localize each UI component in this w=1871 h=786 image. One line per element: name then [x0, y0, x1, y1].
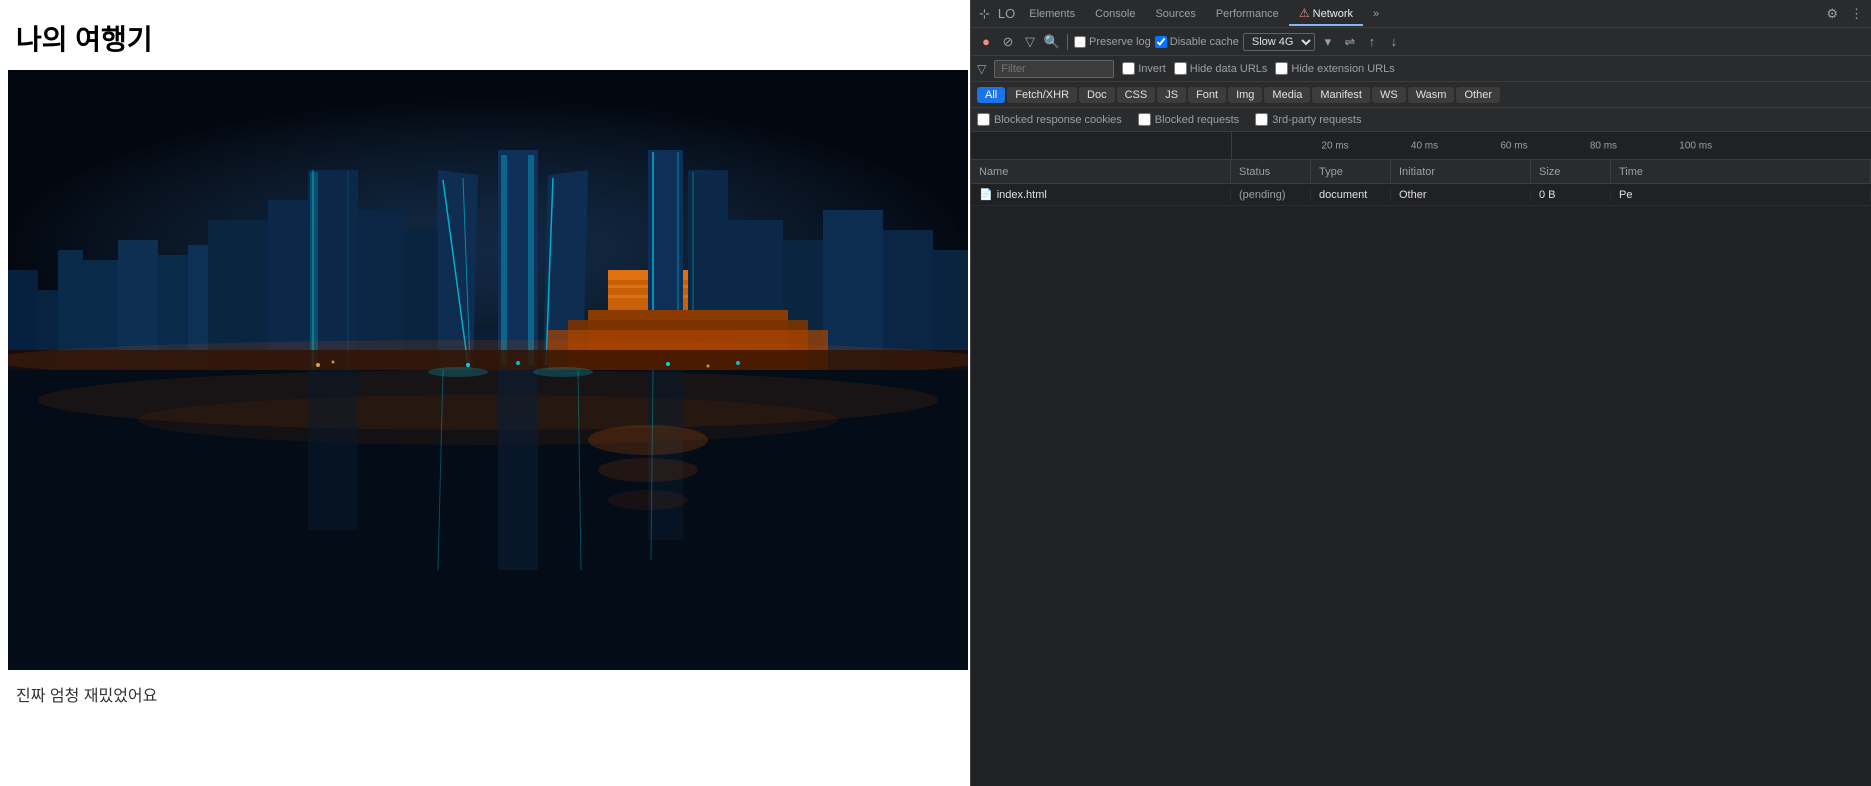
network-toolbar: ● ⊘ ▽ 🔍 Preserve log Disable cache Slow … [971, 28, 1871, 56]
tab-network[interactable]: ⚠ Network [1289, 2, 1363, 26]
disable-cache-label: Disable cache [1170, 36, 1239, 48]
file-doc-icon: 📄 [979, 188, 993, 201]
th-name[interactable]: Name [971, 160, 1231, 183]
th-status[interactable]: Status [1231, 160, 1311, 183]
timeline-tick-20ms: 20 ms [1321, 140, 1348, 151]
wifi-icon: ⇌ [1341, 33, 1359, 51]
more-options-icon[interactable]: ⋮ [1846, 4, 1867, 24]
timeline-tick-40ms: 40 ms [1411, 140, 1438, 151]
disable-cache-checkbox-group[interactable]: Disable cache [1155, 36, 1239, 48]
page-title: 나의 여행기 [0, 10, 970, 70]
table-row[interactable]: 📄 index.html (pending) document Other 0 … [971, 184, 1871, 206]
lo-icon[interactable]: LO [994, 6, 1019, 21]
type-filter-bar: All Fetch/XHR Doc CSS JS Font Img Media … [971, 82, 1871, 108]
preserve-log-label: Preserve log [1089, 36, 1151, 48]
toolbar-separator-1 [1067, 34, 1068, 50]
extra-filters-bar: Blocked response cookies Blocked request… [971, 108, 1871, 132]
td-time: Pe [1611, 189, 1871, 201]
tab-more[interactable]: » [1363, 4, 1389, 24]
third-party-checkbox[interactable] [1255, 113, 1268, 126]
throttle-dropdown-icon[interactable]: ▾ [1319, 33, 1337, 51]
page-caption: 진짜 엄청 재밌었어요 [0, 670, 970, 718]
city-image [8, 70, 968, 670]
third-party-filter[interactable]: 3rd-party requests [1255, 113, 1361, 126]
filter-button[interactable]: ▽ [1021, 33, 1039, 51]
td-size: 0 B [1531, 189, 1611, 201]
type-btn-manifest[interactable]: Manifest [1312, 87, 1370, 103]
invert-label: Invert [1138, 63, 1166, 75]
blocked-requests-filter[interactable]: Blocked requests [1138, 113, 1239, 126]
th-type[interactable]: Type [1311, 160, 1391, 183]
hide-extension-urls-checkbox-group[interactable]: Hide extension URLs [1275, 62, 1394, 75]
tab-console[interactable]: Console [1085, 4, 1145, 24]
td-type: document [1311, 189, 1391, 201]
hide-extension-urls-label: Hide extension URLs [1291, 63, 1394, 75]
table-body: 📄 index.html (pending) document Other 0 … [971, 184, 1871, 786]
type-btn-js[interactable]: JS [1157, 87, 1186, 103]
blocked-cookies-filter[interactable]: Blocked response cookies [977, 113, 1122, 126]
invert-checkbox-group[interactable]: Invert [1122, 62, 1166, 75]
type-btn-other[interactable]: Other [1456, 87, 1500, 103]
type-btn-wasm[interactable]: Wasm [1408, 87, 1455, 103]
filter-funnel-icon: ▽ [977, 62, 986, 76]
table-header: Name Status Type Initiator Size Time [971, 160, 1871, 184]
timeline-ruler: 20 ms 40 ms 60 ms 80 ms 100 ms [1231, 132, 1871, 159]
devtools-panel: ⊹ LO Elements Console Sources Performanc… [970, 0, 1871, 786]
td-initiator: Other [1391, 189, 1531, 201]
th-initiator[interactable]: Initiator [1391, 160, 1531, 183]
blocked-cookies-checkbox[interactable] [977, 113, 990, 126]
download-icon: ↓ [1385, 33, 1403, 51]
settings-icon[interactable]: ⚙ [1822, 4, 1842, 24]
preserve-log-checkbox-group[interactable]: Preserve log [1074, 36, 1151, 48]
hide-extension-urls-checkbox[interactable] [1275, 62, 1288, 75]
throttle-select[interactable]: Slow 4G Fast 3G Online Offline [1243, 33, 1315, 51]
timeline-tick-80ms: 80 ms [1590, 140, 1617, 151]
webpage-panel: 나의 여행기 [0, 0, 970, 786]
upload-icon: ↑ [1363, 33, 1381, 51]
search-button[interactable]: 🔍 [1043, 33, 1061, 51]
type-btn-img[interactable]: Img [1228, 87, 1262, 103]
timeline-tick-100ms: 100 ms [1679, 140, 1712, 151]
type-btn-media[interactable]: Media [1264, 87, 1310, 103]
record-button[interactable]: ● [977, 33, 995, 51]
tab-elements[interactable]: Elements [1019, 4, 1085, 24]
td-status: (pending) [1231, 189, 1311, 201]
th-time[interactable]: Time [1611, 160, 1871, 183]
hide-data-urls-label: Hide data URLs [1190, 63, 1268, 75]
preserve-log-checkbox[interactable] [1074, 36, 1086, 48]
hide-data-urls-checkbox[interactable] [1174, 62, 1187, 75]
invert-checkbox[interactable] [1122, 62, 1135, 75]
filter-input[interactable] [994, 60, 1114, 78]
hide-data-urls-checkbox-group[interactable]: Hide data URLs [1174, 62, 1268, 75]
type-btn-fetch-xhr[interactable]: Fetch/XHR [1007, 87, 1077, 103]
blocked-requests-checkbox[interactable] [1138, 113, 1151, 126]
filter-bar: ▽ Invert Hide data URLs Hide extension U… [971, 56, 1871, 82]
blocked-cookies-label: Blocked response cookies [994, 114, 1122, 126]
devtools-tab-bar: ⊹ LO Elements Console Sources Performanc… [971, 0, 1871, 28]
tab-sources[interactable]: Sources [1145, 4, 1205, 24]
network-warning-icon: ⚠ [1299, 6, 1310, 20]
tab-performance[interactable]: Performance [1206, 4, 1289, 24]
devtools-right-icons: ⚙ ⋮ [1822, 4, 1867, 24]
disable-cache-checkbox[interactable] [1155, 36, 1167, 48]
blocked-requests-label: Blocked requests [1155, 114, 1239, 126]
type-btn-ws[interactable]: WS [1372, 87, 1406, 103]
type-btn-all[interactable]: All [977, 87, 1005, 103]
timeline-header: 20 ms 40 ms 60 ms 80 ms 100 ms [971, 132, 1871, 160]
timeline-tick-60ms: 60 ms [1500, 140, 1527, 151]
type-btn-doc[interactable]: Doc [1079, 87, 1115, 103]
th-size[interactable]: Size [1531, 160, 1611, 183]
third-party-label: 3rd-party requests [1272, 114, 1361, 126]
type-btn-font[interactable]: Font [1188, 87, 1226, 103]
type-btn-css[interactable]: CSS [1117, 87, 1156, 103]
cursor-icon[interactable]: ⊹ [975, 6, 994, 22]
stop-button[interactable]: ⊘ [999, 33, 1017, 51]
td-name: 📄 index.html [971, 188, 1231, 201]
